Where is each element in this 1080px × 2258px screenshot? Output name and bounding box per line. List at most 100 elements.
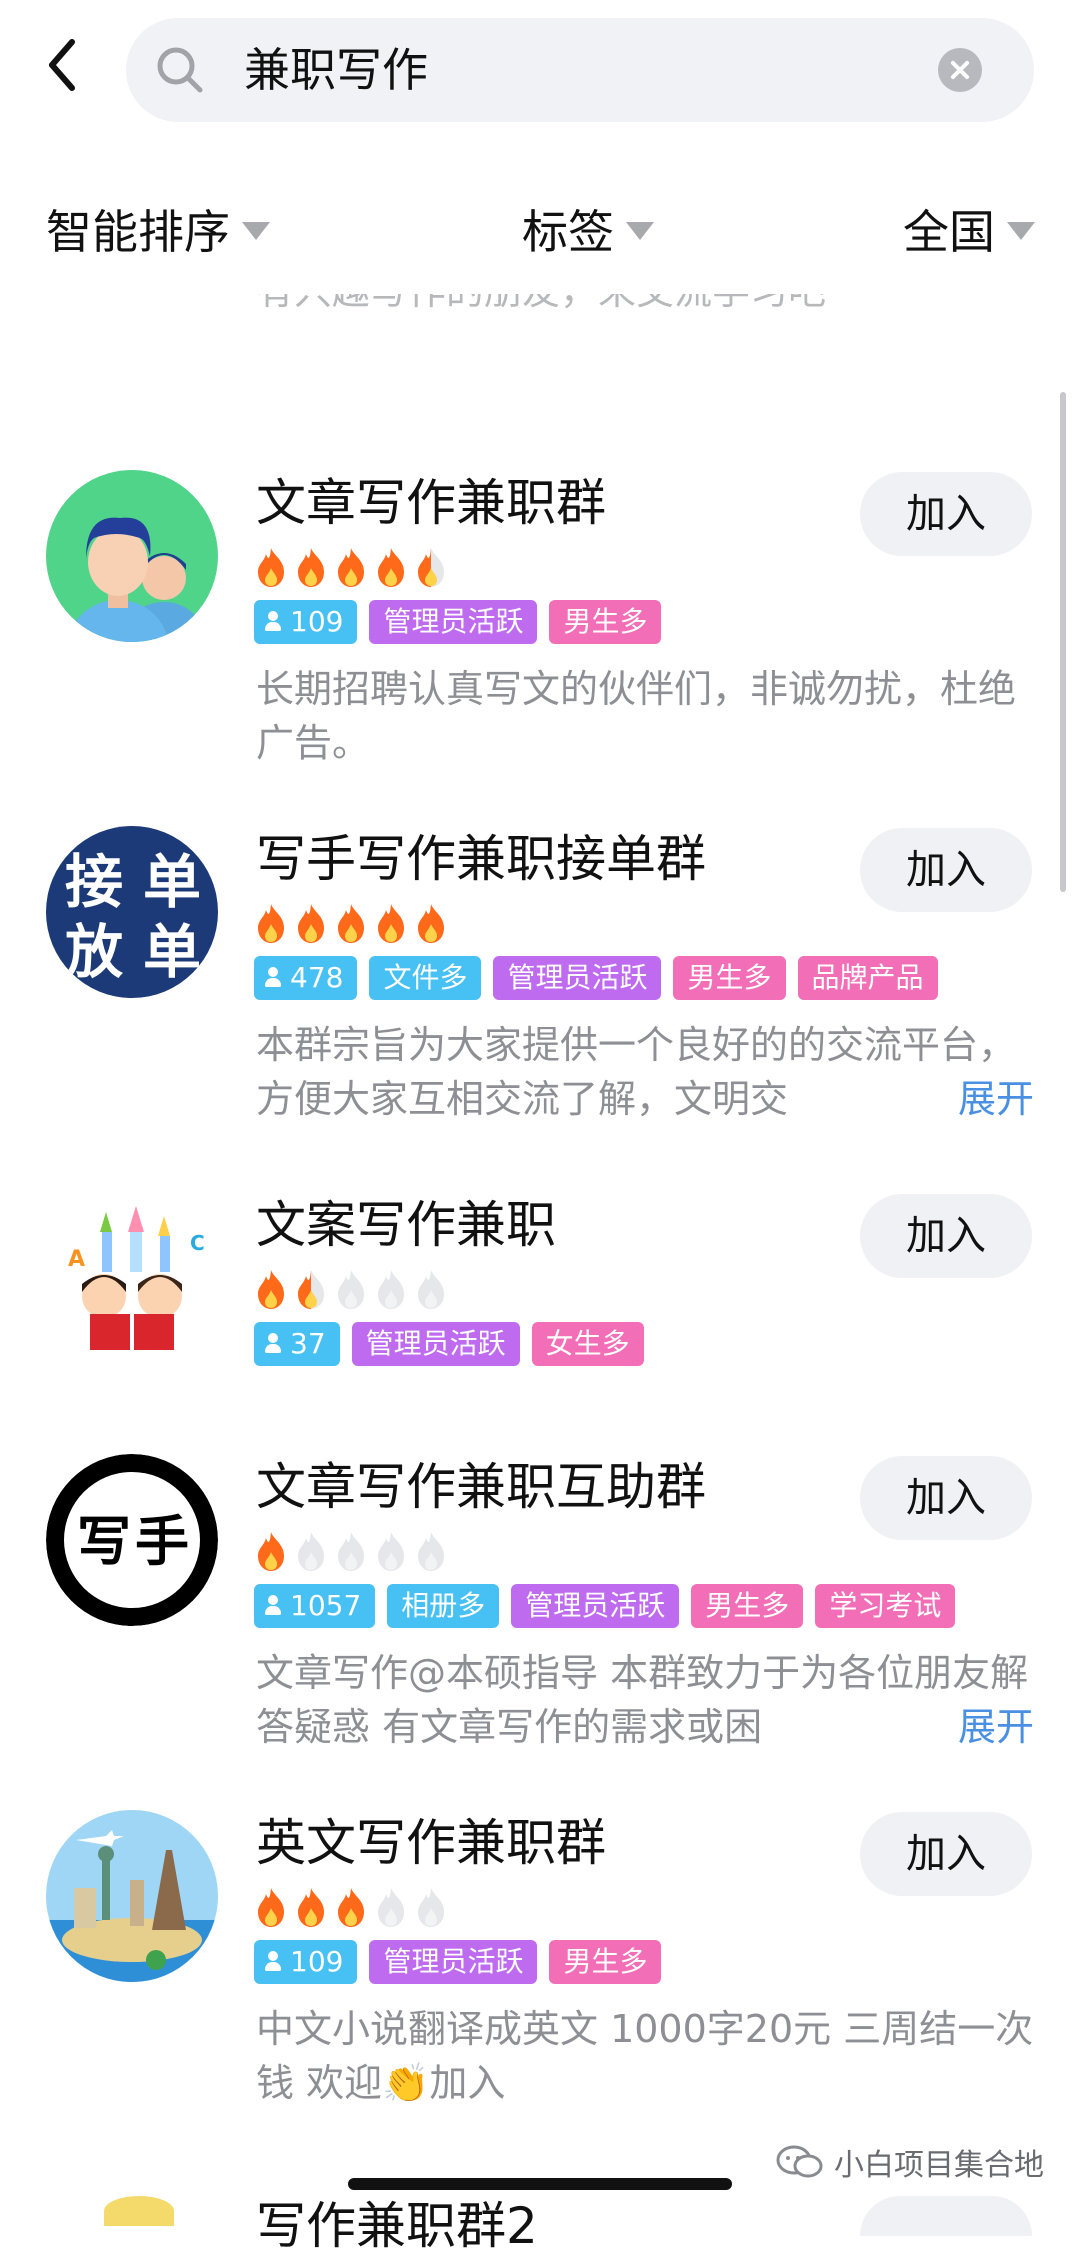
back-arrow-icon[interactable] [38,30,88,100]
group-name: 文章写作兼职互助群 [256,1458,706,1516]
flame-empty-icon [298,1532,324,1571]
group-name: 写手写作兼职接单群 [256,830,706,888]
flame-icon [418,904,444,943]
member-count-badge: 109 [254,1940,358,1984]
group-avatar: 写 手 [46,1454,218,1626]
filter-bar: 智能排序 标签 全国 [0,196,1080,276]
flame-empty-icon [378,1532,404,1571]
tag-row: 109 管理员活跃 男生多 [254,600,662,644]
group-name: 文章写作兼职群 [256,474,606,532]
heat-rating [254,1268,448,1312]
scrollbar[interactable] [1060,392,1066,892]
kids-reading-icon: A C [46,1192,218,1364]
join-button[interactable]: 加入 [860,828,1032,912]
sort-filter-label: 智能排序 [46,205,230,259]
heat-rating [254,1530,448,1574]
tag-badge: 男生多 [691,1584,804,1628]
flame-icon [258,1532,284,1571]
search-icon [157,47,203,93]
flame-icon [258,1270,284,1309]
home-indicator[interactable] [348,2178,732,2190]
member-count-badge: 109 [254,600,358,644]
group-avatar [46,1810,218,1982]
group-avatar: 接 单 放 单 [46,826,218,998]
tag-badge: 学习考试 [815,1584,956,1628]
region-filter[interactable]: 全国 [903,196,1035,262]
watermark-text: 小白项目集合地 [834,2148,1044,2183]
tag-row: 478 文件多 管理员活跃 男生多 品牌产品 [254,956,938,1000]
group-name: 写作兼职群2 [256,2197,538,2255]
tag-row: 109 管理员活跃 男生多 [254,1940,662,1984]
dropdown-arrow-icon [1007,222,1035,240]
text-avatar: 写 手 [46,1454,218,1626]
expand-link[interactable]: 展开 [907,1072,1034,1126]
region-filter-label: 全国 [903,205,995,259]
group-description: 中文小说翻译成英文 1000字20元 三周结一次钱 欢迎👏加入 [256,2007,1034,2105]
svg-text:接: 接 [65,848,123,916]
tag-badge: 男生多 [549,1940,662,1984]
flame-icon [378,904,404,943]
flame-icon [258,904,284,943]
flame-icon [338,1888,364,1927]
svg-text:A: A [68,1247,85,1272]
dropdown-arrow-icon [242,222,270,240]
flame-empty-icon [338,1270,364,1309]
group-avatar [46,470,218,642]
join-button[interactable] [860,2196,1032,2236]
group-avatar [104,2196,174,2226]
wechat-icon [776,2145,823,2178]
flame-icon [258,548,284,587]
tag-badge: 管理员活跃 [493,956,662,1000]
previous-item-description: 有兴趣写作的朋友，来交流学习吧 [256,294,956,324]
dropdown-arrow-icon [626,222,654,240]
flame-empty-icon [378,1888,404,1927]
flame-icon [418,548,444,587]
tag-badge: 男生多 [549,600,662,644]
flame-empty-icon [338,1532,364,1571]
tag-badge: 管理员活跃 [511,1584,680,1628]
tag-row: 1057 相册多 管理员活跃 男生多 学习考试 [254,1584,956,1628]
svg-text:C: C [190,1231,205,1255]
two-person-avatar-icon [46,470,218,642]
flame-empty-icon [378,1270,404,1309]
flame-icon [338,548,364,587]
svg-text:写: 写 [77,1509,131,1573]
member-count-badge: 1057 [254,1584,376,1628]
flame-icon [378,548,404,587]
flame-icon [298,548,324,587]
flame-icon [298,1888,324,1927]
join-button[interactable]: 加入 [860,1194,1032,1278]
expand-link[interactable]: 展开 [907,1700,1034,1754]
svg-text:放: 放 [65,918,123,986]
tag-badge: 管理员活跃 [369,1940,538,1984]
flame-empty-icon [418,1888,444,1927]
search-bar[interactable]: 兼职写作 [126,18,1034,122]
clear-icon[interactable] [938,48,982,92]
join-button[interactable]: 加入 [860,1812,1032,1896]
tag-badge: 男生多 [673,956,786,1000]
tag-row: 37 管理员活跃 女生多 [254,1322,644,1366]
flame-empty-icon [418,1532,444,1571]
tag-badge: 管理员活跃 [351,1322,520,1366]
flame-icon [338,904,364,943]
tag-badge: 管理员活跃 [369,600,538,644]
text-avatar: 接 单 放 单 [46,826,218,998]
flame-icon [298,904,324,943]
flame-icon [258,1888,284,1927]
svg-text:单: 单 [143,848,201,916]
top-bar: 兼职写作 [0,0,1080,140]
world-landmarks-icon [46,1810,218,1982]
search-input[interactable]: 兼职写作 [244,40,428,100]
sort-filter[interactable]: 智能排序 [46,196,270,262]
tag-filter[interactable]: 标签 [522,196,654,262]
person-icon [264,967,282,989]
member-count-badge: 478 [254,956,358,1000]
group-name: 英文写作兼职群 [256,1814,606,1872]
tag-badge: 文件多 [369,956,482,1000]
tag-filter-label: 标签 [522,205,614,259]
join-button[interactable]: 加入 [860,1456,1032,1540]
group-name: 文案写作兼职 [256,1196,556,1254]
person-icon [264,611,282,633]
join-button[interactable]: 加入 [860,472,1032,556]
heat-rating [254,1886,448,1930]
